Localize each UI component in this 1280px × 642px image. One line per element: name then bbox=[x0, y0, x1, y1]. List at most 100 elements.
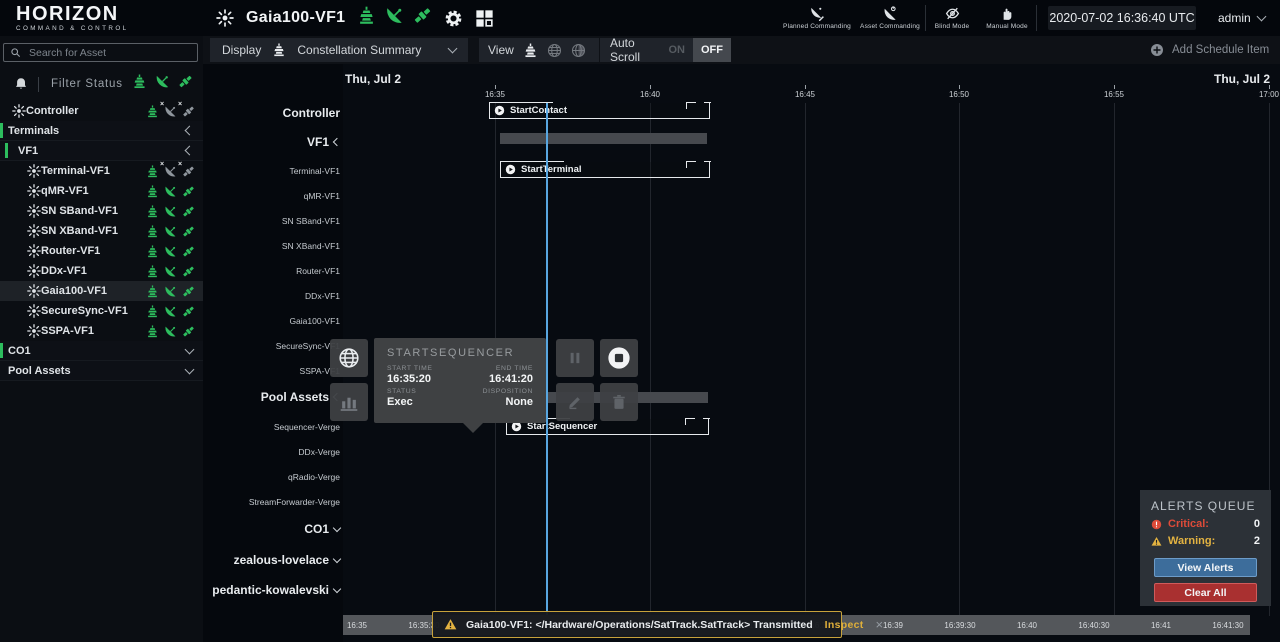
sidebar-item-terminal-vf1[interactable]: Terminal-VF1×× bbox=[0, 161, 203, 181]
row-label-text: DDx-VF1 bbox=[305, 291, 340, 301]
mode-button-manual-mode[interactable]: Manual Mode bbox=[978, 3, 1036, 33]
satellite-link-icon bbox=[182, 245, 195, 258]
utc-clock[interactable]: 2020-07-02 16:36:40 UTC bbox=[1048, 6, 1196, 30]
gridline bbox=[1114, 103, 1115, 616]
telemetry-chart-button[interactable] bbox=[330, 383, 368, 421]
row-label-text: Pool Assets bbox=[261, 390, 329, 404]
row-label-text: Terminal-VF1 bbox=[289, 166, 340, 176]
layout-grid-icon[interactable] bbox=[475, 9, 494, 28]
search-input[interactable] bbox=[27, 46, 191, 60]
asset-stack-icon bbox=[146, 165, 159, 178]
sidebar-item-controller[interactable]: Controller×× bbox=[0, 101, 203, 121]
sidebar-item-co1[interactable]: CO1 bbox=[0, 341, 203, 361]
status-icons bbox=[146, 285, 195, 298]
auto-scroll-toggle: Auto Scroll ON OFF bbox=[600, 38, 731, 62]
view-globe-split-icon[interactable] bbox=[571, 43, 586, 58]
sidebar-item-sspa-vf1[interactable]: SSPA-VF1 bbox=[0, 321, 203, 341]
alert-toast[interactable]: Gaia100-VF1: </Hardware/Operations/SatTr… bbox=[432, 611, 842, 638]
mode-button-asset-commanding[interactable]: Asset Commanding bbox=[855, 3, 925, 33]
tick-label: 16:50 bbox=[937, 90, 981, 99]
end-bracket bbox=[686, 102, 696, 109]
chevron-down-icon[interactable] bbox=[333, 523, 341, 531]
schedule-bar-startcontact[interactable]: StartContact bbox=[489, 103, 710, 119]
status-label: STATUS bbox=[387, 388, 460, 395]
delete-item-button[interactable] bbox=[600, 383, 638, 421]
add-schedule-item-button[interactable]: Add Schedule Item bbox=[1150, 38, 1269, 62]
asset-stack-icon bbox=[146, 325, 159, 338]
ground-dish-icon: × bbox=[164, 105, 177, 118]
sidebar-item-label: VF1 bbox=[18, 145, 203, 157]
chevron-left-icon[interactable] bbox=[333, 138, 341, 146]
play-icon bbox=[494, 105, 505, 116]
sidebar-item-label: Gaia100-VF1 bbox=[41, 285, 146, 297]
green-accent-bar bbox=[5, 143, 8, 158]
tooltip-caret bbox=[462, 422, 484, 433]
mode-button-planned-commanding[interactable]: Planned Commanding bbox=[779, 3, 855, 33]
asset-title-group: Gaia100-VF1 bbox=[216, 0, 494, 36]
tick-label: 16:40 bbox=[628, 90, 672, 99]
tick-mark bbox=[1114, 85, 1115, 89]
bell-icon[interactable] bbox=[14, 77, 28, 91]
toast-inspect-button[interactable]: Inspect bbox=[825, 619, 864, 631]
chevron-down-icon[interactable] bbox=[333, 554, 341, 562]
status-icons bbox=[146, 325, 195, 338]
sidebar-item-terminals[interactable]: Terminals bbox=[0, 121, 203, 141]
sidebar-item-sn-xband-vf1[interactable]: SN XBand-VF1 bbox=[0, 221, 203, 241]
sidebar-item-vf1[interactable]: VF1 bbox=[0, 141, 203, 161]
asset-burst-icon bbox=[216, 9, 234, 27]
mode-button-blind-mode[interactable]: Blind Mode bbox=[926, 3, 978, 33]
satellite-link-icon bbox=[182, 185, 195, 198]
asset-burst-icon bbox=[27, 264, 41, 278]
filter-status-icons[interactable] bbox=[132, 74, 203, 94]
row-label-text: pedantic-kowalevski bbox=[212, 583, 329, 597]
current-time-cursor bbox=[546, 103, 548, 616]
clear-alerts-button[interactable]: Clear All bbox=[1154, 583, 1257, 602]
asset-search-box[interactable] bbox=[3, 43, 198, 62]
row-label-text: CO1 bbox=[304, 522, 329, 536]
row-label-text: Controller bbox=[283, 106, 340, 120]
autoscroll-on-button[interactable]: ON bbox=[661, 38, 694, 62]
display-selector[interactable]: Display Constellation Summary bbox=[210, 38, 468, 62]
settings-gear-icon[interactable] bbox=[444, 9, 463, 28]
pause-item-button[interactable] bbox=[556, 339, 594, 377]
filter-status-row: Filter Status bbox=[0, 68, 203, 100]
satellite-link-icon bbox=[182, 285, 195, 298]
sidebar-item-label: Terminal-VF1 bbox=[41, 165, 146, 177]
stop-item-button[interactable] bbox=[600, 339, 638, 377]
schedule-bar-label: StartContact bbox=[510, 105, 567, 116]
toast-close-icon[interactable]: × bbox=[876, 617, 884, 632]
tick-label: 16:35 bbox=[473, 90, 517, 99]
sidebar-item-label: DDx-VF1 bbox=[41, 265, 146, 277]
ground-track-button[interactable] bbox=[330, 339, 368, 377]
sidebar-item-ddx-vf1[interactable]: DDx-VF1 bbox=[0, 261, 203, 281]
schedule-bar-startterminal[interactable]: StartTerminal bbox=[500, 162, 710, 178]
ground-dish-icon bbox=[164, 205, 177, 218]
autoscroll-off-button[interactable]: OFF bbox=[693, 38, 731, 62]
view-stack-icon[interactable] bbox=[523, 43, 538, 58]
asset-stack-icon bbox=[146, 185, 159, 198]
filter-status-label: Filter Status bbox=[51, 78, 132, 90]
view-alerts-button[interactable]: View Alerts bbox=[1154, 558, 1257, 577]
row-label-text: DDx-Verge bbox=[298, 447, 340, 457]
user-menu[interactable]: admin bbox=[1218, 6, 1265, 30]
planned-commanding-icon bbox=[810, 6, 825, 21]
chevron-down-icon[interactable] bbox=[333, 584, 341, 592]
sidebar-item-router-vf1[interactable]: Router-VF1 bbox=[0, 241, 203, 261]
plus-circle-icon bbox=[1150, 43, 1164, 57]
stop-icon bbox=[607, 346, 631, 370]
status-icons bbox=[146, 185, 195, 198]
sidebar-item-qmr-vf1[interactable]: qMR-VF1 bbox=[0, 181, 203, 201]
sidebar-item-securesync-vf1[interactable]: SecureSync-VF1 bbox=[0, 301, 203, 321]
end-bracket bbox=[686, 161, 696, 168]
ground-dish-icon bbox=[164, 325, 177, 338]
bottom-tick-label: 16:35 bbox=[332, 621, 382, 630]
tick-mark bbox=[959, 85, 960, 89]
end-bracket bbox=[704, 161, 711, 168]
edit-item-button[interactable] bbox=[556, 383, 594, 421]
sidebar-item-pool-assets[interactable]: Pool Assets bbox=[0, 361, 203, 381]
asset-stack-icon bbox=[146, 285, 159, 298]
view-globe-icon[interactable] bbox=[547, 43, 562, 58]
sidebar-item-gaia100-vf1[interactable]: Gaia100-VF1 bbox=[0, 281, 203, 301]
tooltip-fields: START TIME 16:35:20 END TIME 16:41:20 ST… bbox=[387, 365, 533, 408]
sidebar-item-sn-sband-vf1[interactable]: SN SBand-VF1 bbox=[0, 201, 203, 221]
